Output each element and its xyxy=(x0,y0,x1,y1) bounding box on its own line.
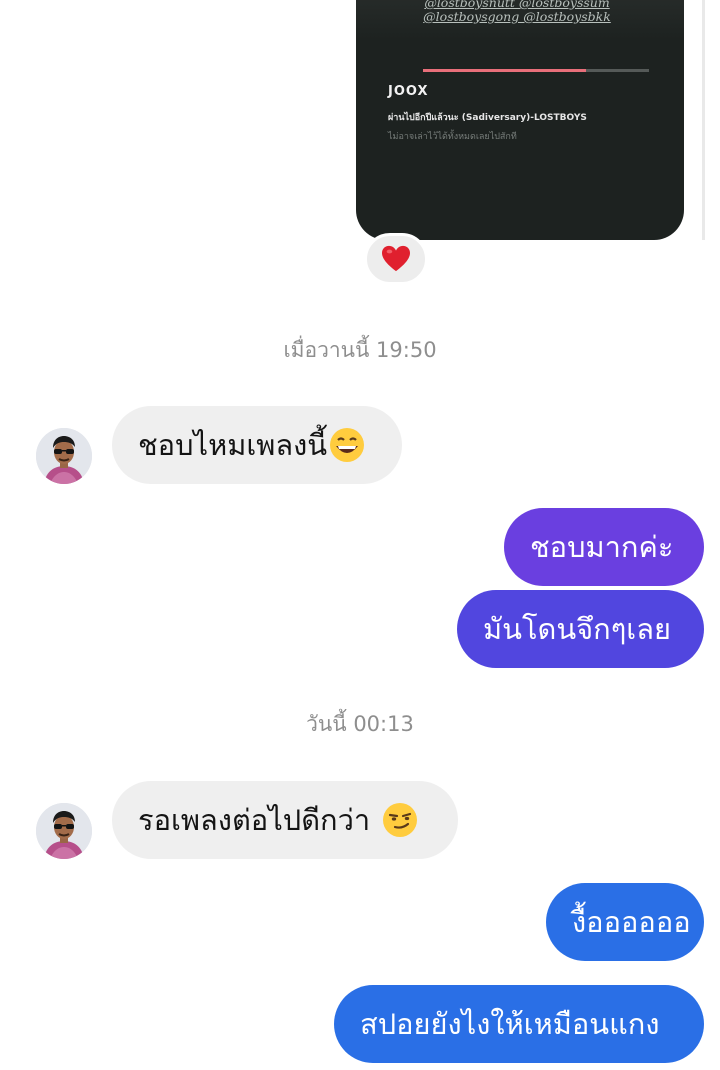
smirking-face-icon xyxy=(383,803,418,837)
song-note: ไม่อาจเล่าไว้ได้ทั้งหมดเลยไปสักที xyxy=(388,132,517,142)
timestamp-today: วันนี้ 00:13 xyxy=(306,712,414,736)
message-text: รอเพลงต่อไปดีกว่า xyxy=(138,803,371,837)
heart-icon xyxy=(382,245,410,272)
message-text: มันโดนจึกๆเลย xyxy=(483,612,671,646)
message-bubble-incoming[interactable]: ชอบไหมเพลงนี้ xyxy=(112,406,402,484)
message-text: ชอบมากค่ะ xyxy=(530,530,674,564)
reaction-badge[interactable] xyxy=(364,233,428,285)
grinning-face-icon xyxy=(330,428,365,462)
handles-line-2: @lostboysgong @lostboysbkk xyxy=(423,9,611,24)
avatar-photo xyxy=(36,428,92,484)
scroll-edge xyxy=(702,0,705,240)
avatar[interactable] xyxy=(36,803,92,859)
timestamp-yesterday: เมื่อวานนี้ 19:50 xyxy=(283,338,437,362)
song-progress-fill xyxy=(423,69,586,72)
avatar-photo xyxy=(36,803,92,859)
message-bubble-outgoing[interactable]: งื้ออออออ xyxy=(546,883,704,961)
message-text: ชอบไหมเพลงนี้ xyxy=(138,428,328,462)
message-bubble-outgoing[interactable]: มันโดนจึกๆเลย xyxy=(457,590,704,668)
avatar[interactable] xyxy=(36,428,92,484)
message-bubble-outgoing[interactable]: สปอยยังไงให้เหมือนแกง xyxy=(334,985,704,1063)
message-text: งื้ออออออ xyxy=(572,905,691,939)
message-bubble-incoming[interactable]: รอเพลงต่อไปดีกว่า xyxy=(112,781,458,859)
song-title: ผ่านไปอีกปีแล้วนะ (Sadiversary)-LOSTBOYS xyxy=(388,113,587,123)
card-handles: @lostboysnutt @lostboyssum @lostboysgong… xyxy=(422,0,612,24)
song-progress-bar xyxy=(423,69,649,72)
shared-music-card[interactable]: @lostboysnutt @lostboyssum @lostboysgong… xyxy=(356,0,684,240)
message-bubble-outgoing[interactable]: ชอบมากค่ะ xyxy=(504,508,704,586)
message-text: สปอยยังไงให้เหมือนแกง xyxy=(360,1007,660,1041)
brand-label: JOOX xyxy=(388,84,429,99)
